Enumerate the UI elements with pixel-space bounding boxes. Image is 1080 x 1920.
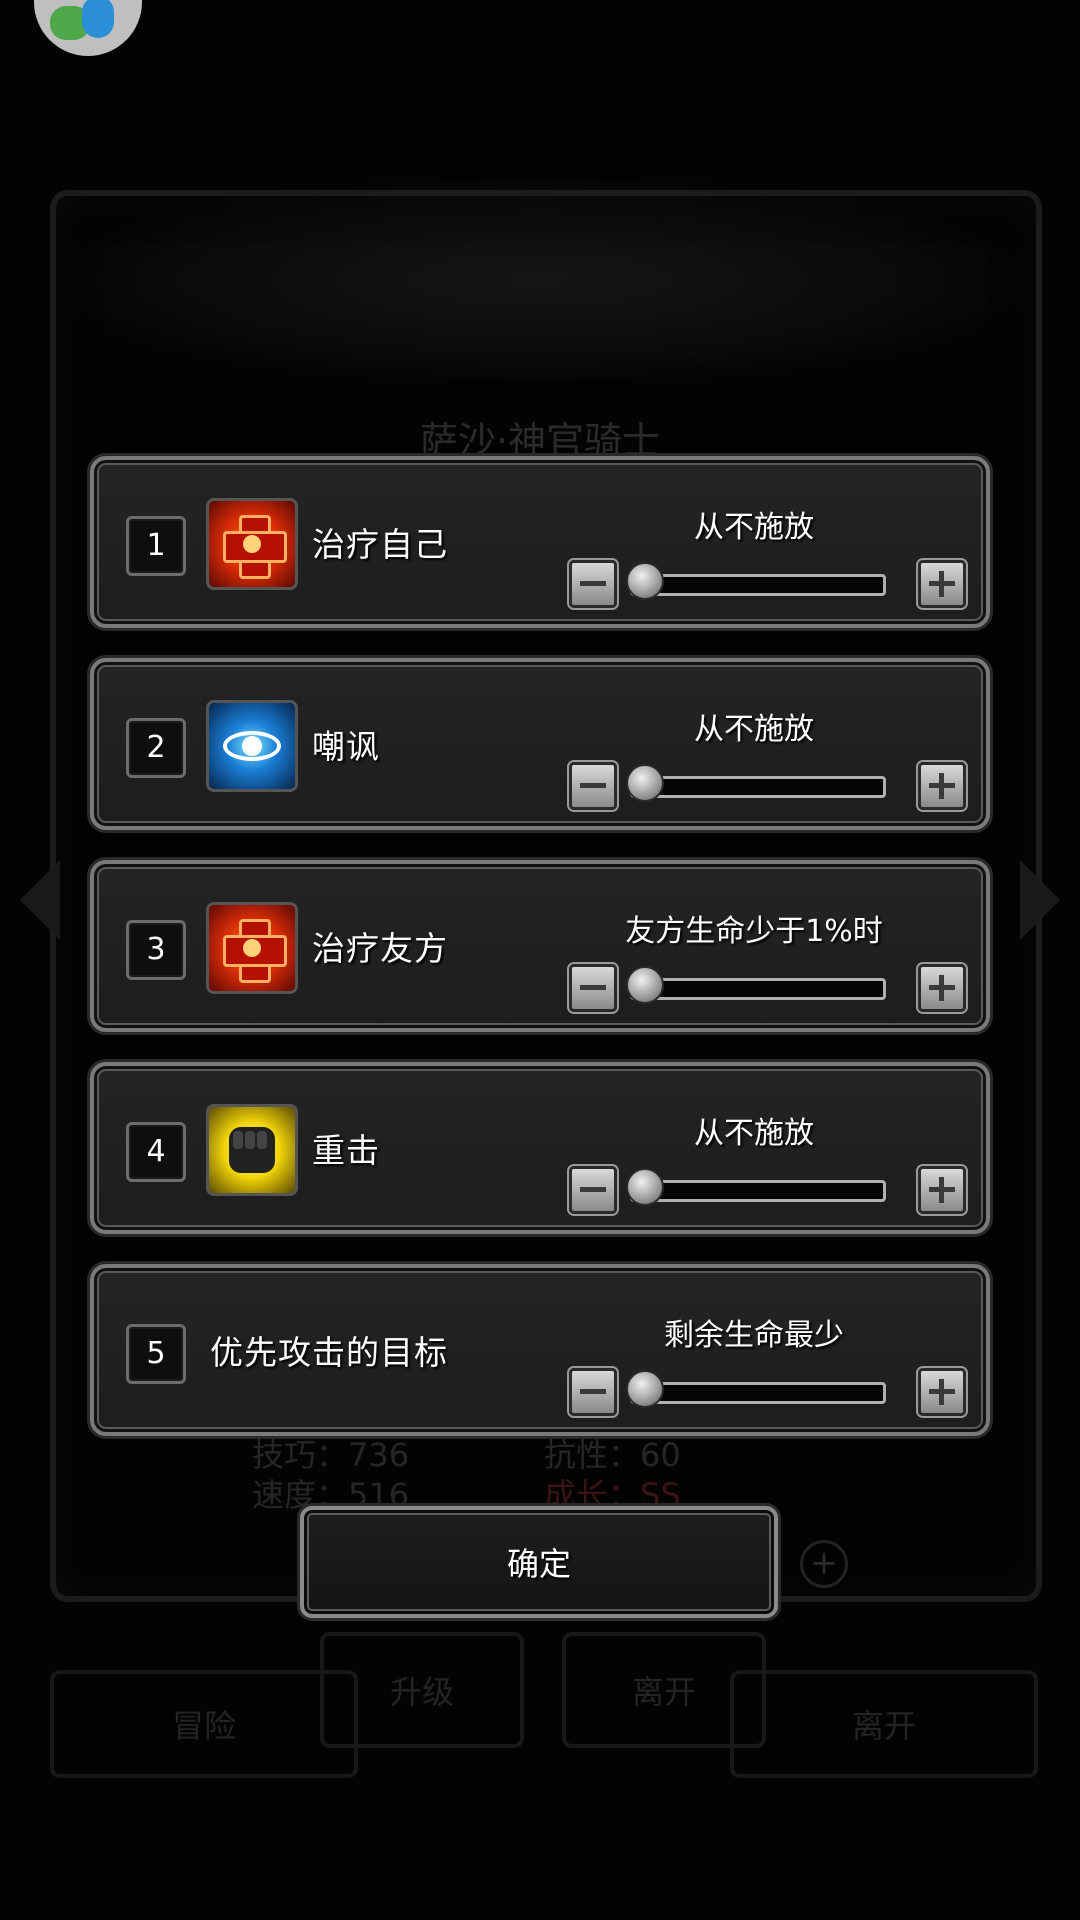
skill-status: 从不施放 xyxy=(694,712,814,747)
prev-arrow-icon xyxy=(20,860,60,940)
skill-slider-thumb[interactable] xyxy=(626,966,664,1004)
skill-index: 5 xyxy=(126,1324,186,1384)
skill-slider-track[interactable] xyxy=(630,776,886,798)
bg-leave-button-large: 离开 xyxy=(730,1670,1038,1778)
skill-slider-track[interactable] xyxy=(630,1180,886,1202)
skill-name: 重击 xyxy=(312,1131,380,1170)
skill-panel-3: 3 治疗友方 友方生命少于1%时 xyxy=(90,860,990,1032)
next-arrow-icon xyxy=(1020,860,1060,940)
target-slider-thumb[interactable] xyxy=(626,1370,664,1408)
avatar-blob-blue xyxy=(82,0,114,38)
decrease-button[interactable] xyxy=(569,560,617,608)
decrease-button[interactable] xyxy=(569,1166,617,1214)
skill-index: 2 xyxy=(126,718,186,778)
increase-button[interactable] xyxy=(918,762,966,810)
increase-button[interactable] xyxy=(918,1166,966,1214)
fist-icon xyxy=(206,1104,298,1196)
decrease-button[interactable] xyxy=(569,762,617,810)
increase-button[interactable] xyxy=(918,1368,966,1416)
skill-slider-track[interactable] xyxy=(630,574,886,596)
bg-upgrade-button: 升级 xyxy=(320,1632,524,1748)
skill-name: 治疗友方 xyxy=(312,929,448,968)
skill-status: 友方生命少于1%时 xyxy=(625,914,883,949)
skill-panel-2: 2 嘲讽 从不施放 xyxy=(90,658,990,830)
decrease-button[interactable] xyxy=(569,1368,617,1416)
increase-button[interactable] xyxy=(918,964,966,1012)
target-priority-panel: 5 优先攻击的目标 剩余生命最少 xyxy=(90,1264,990,1436)
skill-name: 嘲讽 xyxy=(312,727,380,766)
decrease-button[interactable] xyxy=(569,964,617,1012)
eye-icon xyxy=(206,700,298,792)
skill-panel-1: 1 治疗自己 从不施放 xyxy=(90,456,990,628)
skill-slider-thumb[interactable] xyxy=(626,562,664,600)
heal-cross-icon xyxy=(206,498,298,590)
skill-slider-thumb[interactable] xyxy=(626,764,664,802)
skill-index: 1 xyxy=(126,516,186,576)
increase-button[interactable] xyxy=(918,560,966,608)
target-slider-track[interactable] xyxy=(630,1382,886,1404)
skill-index: 4 xyxy=(126,1122,186,1182)
target-priority-status: 剩余生命最少 xyxy=(664,1318,844,1353)
skill-panel-4: 4 重击 从不施放 xyxy=(90,1062,990,1234)
bg-plus-icon: + xyxy=(800,1540,848,1588)
confirm-button[interactable]: 确定 xyxy=(300,1506,778,1618)
skill-status: 从不施放 xyxy=(694,510,814,545)
skill-slider-track[interactable] xyxy=(630,978,886,1000)
skill-status: 从不施放 xyxy=(694,1116,814,1151)
bg-adventure-button: 冒险 xyxy=(50,1670,358,1778)
skill-index: 3 xyxy=(126,920,186,980)
skill-slider-thumb[interactable] xyxy=(626,1168,664,1206)
skill-name: 治疗自己 xyxy=(312,525,448,564)
heal-cross-icon xyxy=(206,902,298,994)
target-priority-label: 优先攻击的目标 xyxy=(210,1333,448,1372)
